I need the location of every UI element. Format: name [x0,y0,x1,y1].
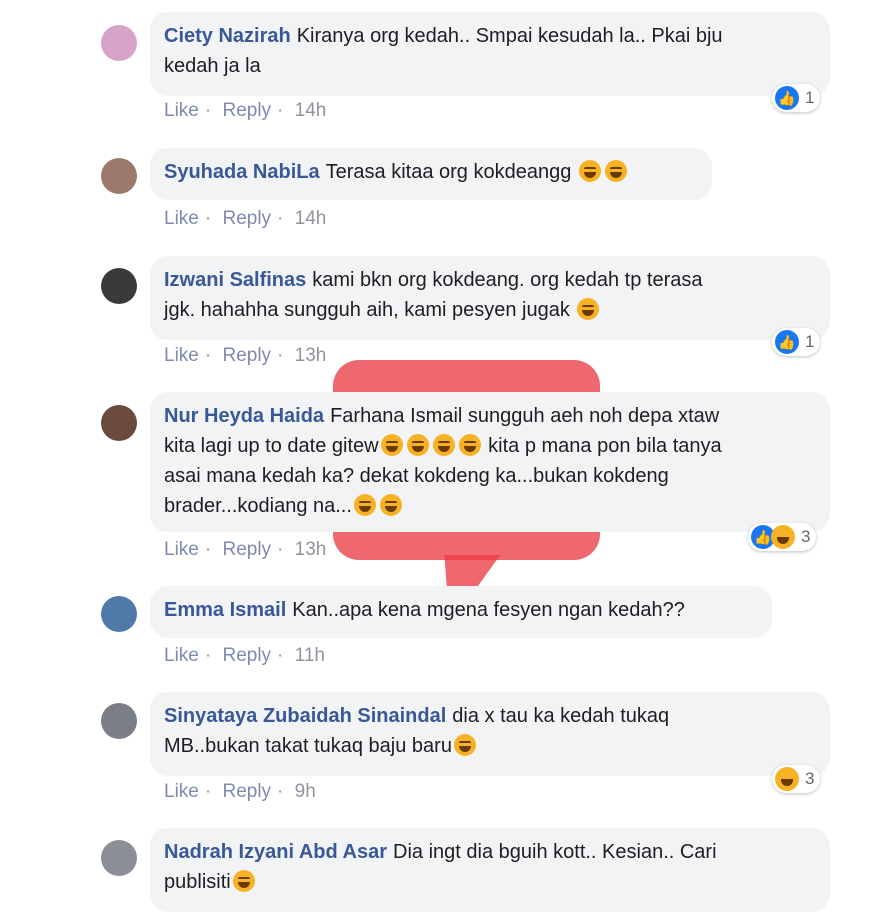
reaction-count: 3 [801,527,811,546]
separator: · [277,100,284,121]
reply-button[interactable]: Reply [222,100,271,121]
reaction-summary[interactable]: 👍 3 [748,523,817,551]
comment-text: Kiranya org kedah.. Smpai kesudah la.. P… [296,25,723,47]
separator: · [277,345,284,366]
comment-bubble: Sinyataya Zubaidah Sinaindal dia x tau ka… [150,692,830,776]
comment-text: Farhana Ismail sungguh aeh noh depa xtaw [330,405,720,427]
timestamp[interactable]: 13h [295,539,327,560]
comment-bubble: Ciety Nazirah Kiranya org kedah.. Smpai k… [150,12,830,96]
separator: · [277,539,284,560]
reaction-summary[interactable]: 3 [772,765,821,793]
timestamp[interactable]: 11h [295,645,325,666]
like-reaction-icon: 👍 [775,86,799,110]
separator: · [204,100,212,121]
comment-bubble: Izwani Salfinas kami bkn org kokdeang. or… [150,256,830,340]
rolling-laugh-emoji-icon [380,434,403,456]
commenter-name[interactable]: Syuhada NabiLa [164,161,320,183]
reaction-count: 1 [805,332,815,351]
rolling-laugh-emoji-icon [353,494,376,516]
separator: · [204,345,212,366]
comment-bubble: Nadrah Izyani Abd Asar Dia ingt dia bguih… [150,828,830,912]
separator: · [204,781,212,802]
comment-actions: Like · Reply · 14h [164,100,332,122]
avatar[interactable] [101,405,137,441]
avatar[interactable] [101,703,137,739]
reaction-count: 3 [805,769,815,788]
separator: · [277,208,284,229]
separator: · [204,208,212,229]
comment-text: dia x tau ka kedah tukaq [452,705,670,727]
comment-text: kedah ja la [164,55,261,77]
reply-button[interactable]: Reply [222,539,271,560]
timestamp[interactable]: 14h [295,208,327,229]
reply-button[interactable]: Reply [222,345,271,366]
grinning-sweat-emoji-icon [453,734,476,756]
separator: · [204,539,212,560]
comment-bubble: Emma Ismail Kan..apa kena mgena fesyen ng… [150,586,772,638]
avatar[interactable] [101,268,137,304]
comment-text: jgk. hahahha sungguh aih, kami pesyen ju… [164,299,570,321]
comment-text: kita p mana pon bila tanya [488,435,722,457]
reaction-summary[interactable]: 👍 1 [772,84,821,112]
comment-actions: Like · Reply · 13h [164,539,332,561]
commenter-name[interactable]: Sinyataya Zubaidah Sinaindal [164,705,446,727]
comment-text: kami bkn org kokdeang. org kedah tp tera… [312,269,703,291]
comment-text: brader...kodiang na... [164,495,352,517]
rolling-laugh-emoji-icon [604,160,627,182]
comment-actions: Like · Reply · 9h [164,781,322,803]
rolling-laugh-emoji-icon [458,434,481,456]
commenter-name[interactable]: Nur Heyda Haida [164,405,324,427]
comment-bubble: Nur Heyda Haida Farhana Ismail sungguh ae… [150,392,830,532]
reply-button[interactable]: Reply [222,645,271,666]
like-button[interactable]: Like [164,208,199,229]
separator: · [277,645,284,666]
grinning-squint-emoji-icon [577,298,600,320]
comment-actions: Like · Reply · 11h [164,645,331,667]
comment-text: publisiti [164,871,231,893]
commenter-name[interactable]: Izwani Salfinas [164,269,306,291]
separator: · [277,781,284,802]
commenter-name[interactable]: Emma Ismail [164,599,286,621]
haha-reaction-icon [775,767,799,791]
comment-text: MB..bukan takat tukaq baju baru [164,735,452,757]
rolling-laugh-emoji-icon [578,160,601,182]
reaction-summary[interactable]: 👍 1 [772,328,821,356]
timestamp[interactable]: 9h [295,781,316,802]
reaction-count: 1 [805,88,815,107]
reply-button[interactable]: Reply [222,208,271,229]
comment-text: Dia ingt dia bguih kott.. Kesian.. Cari [393,841,717,863]
like-button[interactable]: Like [164,781,199,802]
reply-button[interactable]: Reply [222,781,271,802]
comment-text: Terasa kitaa org kokdeangg [325,161,572,183]
rolling-laugh-emoji-icon [232,870,255,892]
comment-text: kita lagi up to date gitew [164,435,379,457]
like-button[interactable]: Like [164,100,199,121]
timestamp[interactable]: 14h [295,100,327,121]
haha-reaction-icon [771,525,795,549]
like-button[interactable]: Like [164,645,199,666]
commenter-name[interactable]: Ciety Nazirah [164,25,291,47]
comment-actions: Like · Reply · 14h [164,208,332,230]
like-button[interactable]: Like [164,345,199,366]
rolling-laugh-emoji-icon [432,434,455,456]
comment-text: Kan..apa kena mgena fesyen ngan kedah?? [292,599,685,621]
rolling-laugh-emoji-icon [379,494,402,516]
comment-text: asai mana kedah ka? dekat kokdeng ka...b… [164,465,669,487]
rolling-laugh-emoji-icon [406,434,429,456]
comment-actions: Like · Reply · 13h [164,345,332,367]
timestamp[interactable]: 13h [295,345,327,366]
commenter-name[interactable]: Nadrah Izyani Abd Asar [164,841,387,863]
separator: · [204,645,212,666]
avatar[interactable] [101,158,137,194]
avatar[interactable] [101,596,137,632]
avatar[interactable] [101,25,137,61]
like-reaction-icon: 👍 [775,330,799,354]
comment-bubble: Syuhada NabiLa Terasa kitaa org kokdeangg [150,148,712,200]
avatar[interactable] [101,840,137,876]
like-button[interactable]: Like [164,539,199,560]
